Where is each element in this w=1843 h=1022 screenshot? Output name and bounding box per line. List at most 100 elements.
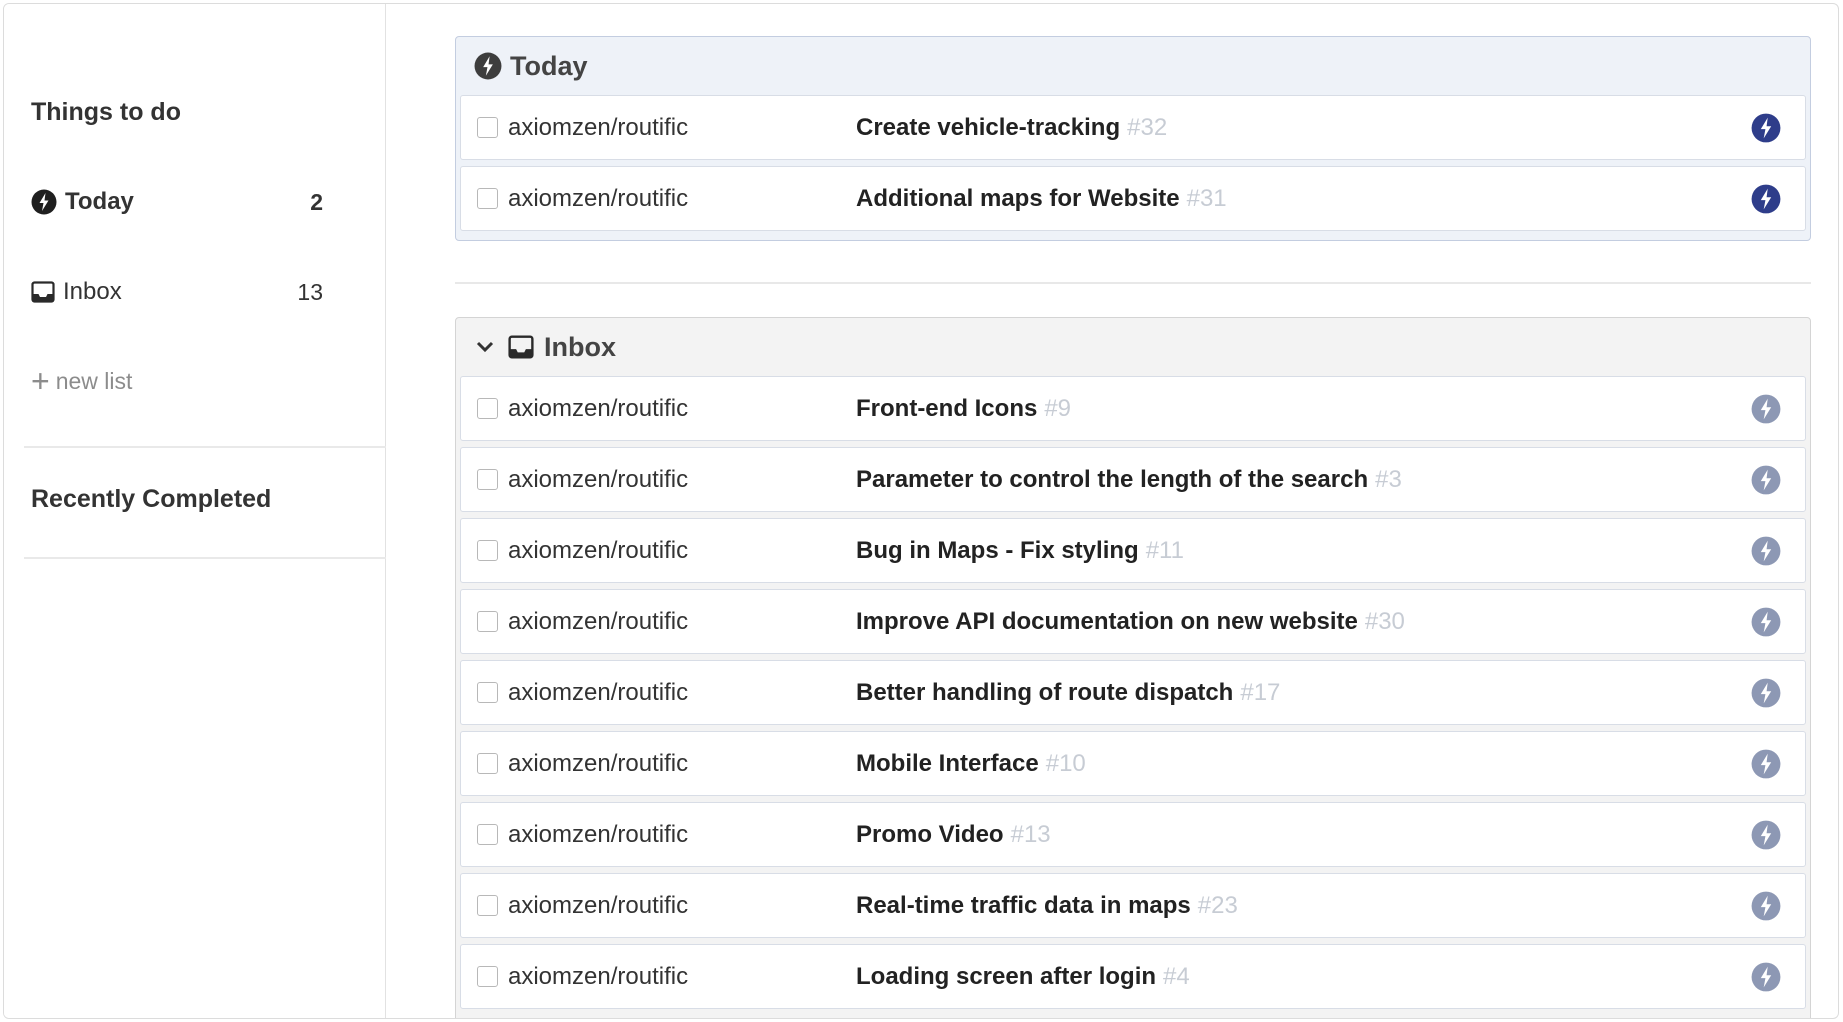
task-title[interactable]: Bug in Maps - Fix styling #11 [856, 537, 1184, 565]
issue-number: #30 [1364, 607, 1405, 635]
inbox-tray-icon [31, 281, 55, 303]
task-row[interactable]: axiomzen/routific Parameter to control th… [460, 447, 1806, 512]
issue-number: #23 [1197, 891, 1238, 919]
panel-title: Today [510, 50, 588, 81]
task-title[interactable]: Mobile Interface #10 [856, 750, 1086, 778]
task-title[interactable]: Create vehicle-tracking #32 [856, 114, 1167, 142]
task-checkbox[interactable] [477, 753, 498, 774]
bolt-icon[interactable] [1751, 962, 1781, 992]
app-window: Things to do Today 2 Inbox 13 + new list… [3, 3, 1839, 1019]
task-row[interactable]: axiomzen/routific Improve API documentati… [460, 589, 1806, 654]
task-title-text: Loading screen after login [856, 962, 1157, 990]
recently-completed-heading[interactable]: Recently Completed [31, 485, 271, 514]
task-checkbox[interactable] [477, 824, 498, 845]
sidebar-heading: Things to do [31, 98, 181, 126]
task-row[interactable]: axiomzen/routific Real-time traffic data … [460, 873, 1806, 938]
issue-number: #13 [1010, 820, 1051, 848]
inbox-tray-icon [508, 335, 534, 359]
task-row[interactable]: axiomzen/routific Loading screen after lo… [460, 944, 1806, 1009]
today-panel-header: Today [456, 37, 1810, 95]
task-title-text: Better handling of route dispatch [856, 678, 1234, 706]
bolt-icon[interactable] [1751, 465, 1781, 495]
task-checkbox[interactable] [477, 117, 498, 138]
task-repo: axiomzen/routific [508, 678, 689, 706]
bolt-icon[interactable] [1751, 891, 1781, 921]
task-row[interactable]: axiomzen/routific Create vehicle-tracking… [460, 95, 1806, 160]
issue-number: #4 [1163, 962, 1190, 990]
task-title-text: Additional maps for Website [856, 184, 1180, 212]
task-row[interactable]: axiomzen/routific Promo Video #13 [460, 802, 1806, 867]
sidebar-item-label: Inbox [63, 278, 122, 305]
task-checkbox[interactable] [477, 188, 498, 209]
issue-number: #10 [1045, 749, 1086, 777]
task-row[interactable]: axiomzen/routific Front-end Icons #9 [460, 376, 1806, 441]
issue-number: #9 [1044, 394, 1072, 422]
bolt-icon[interactable] [1751, 113, 1781, 143]
main-content: Today axiomzen/routific Create vehicle-tr… [387, 4, 1838, 1018]
bolt-circle-icon [474, 52, 502, 80]
issue-number: #31 [1186, 184, 1227, 212]
task-title[interactable]: Parameter to control the length of the s… [856, 466, 1402, 494]
issue-number: #32 [1127, 113, 1168, 141]
bolt-icon[interactable] [1751, 749, 1781, 779]
task-repo: axiomzen/routific [508, 465, 689, 493]
sidebar-item-today[interactable]: Today 2 [31, 186, 323, 218]
issue-number: #17 [1240, 678, 1281, 706]
new-list-button[interactable]: + new list [31, 365, 132, 397]
task-checkbox[interactable] [477, 682, 498, 703]
issue-number: #11 [1145, 536, 1184, 564]
task-repo: axiomzen/routific [508, 962, 689, 990]
task-title-text: Promo Video [856, 820, 1004, 848]
task-title[interactable]: Loading screen after login #4 [856, 963, 1190, 991]
task-title-text: Bug in Maps - Fix styling [856, 536, 1139, 564]
task-repo: axiomzen/routific [508, 891, 689, 919]
task-title-text: Improve API documentation on new website [856, 607, 1358, 635]
task-row[interactable]: axiomzen/routific Better handling of rout… [460, 660, 1806, 725]
task-title-text: Real-time traffic data in maps [856, 891, 1191, 919]
task-repo: axiomzen/routific [508, 394, 689, 422]
task-row[interactable]: axiomzen/routific Bug in Maps - Fix styli… [460, 518, 1806, 583]
task-checkbox[interactable] [477, 966, 498, 987]
task-title[interactable]: Improve API documentation on new website… [856, 608, 1405, 636]
task-checkbox[interactable] [477, 895, 498, 916]
bolt-icon[interactable] [1751, 184, 1781, 214]
task-title-text: Create vehicle-tracking [856, 113, 1121, 141]
task-title[interactable]: Front-end Icons #9 [856, 395, 1071, 423]
bolt-icon[interactable] [1751, 536, 1781, 566]
bolt-icon[interactable] [1751, 678, 1781, 708]
task-title[interactable]: Real-time traffic data in maps #23 [856, 892, 1238, 920]
task-repo: axiomzen/routific [508, 113, 689, 141]
task-checkbox[interactable] [477, 469, 498, 490]
bolt-icon[interactable] [1751, 607, 1781, 637]
panel-title: Inbox [544, 331, 616, 362]
task-repo: axiomzen/routific [508, 184, 689, 212]
new-list-label: new list [55, 367, 133, 394]
task-checkbox[interactable] [477, 398, 498, 419]
bolt-icon[interactable] [1751, 394, 1781, 424]
task-title-text: Mobile Interface [856, 749, 1039, 777]
section-divider [455, 282, 1811, 284]
bolt-icon[interactable] [1751, 820, 1781, 850]
inbox-panel-header[interactable]: Inbox [456, 318, 1810, 376]
task-checkbox[interactable] [477, 540, 498, 561]
task-repo: axiomzen/routific [508, 536, 689, 564]
task-title[interactable]: Additional maps for Website #31 [856, 185, 1227, 213]
task-title[interactable]: Promo Video #13 [856, 821, 1051, 849]
inbox-panel: Inbox axiomzen/routific Front-end Icons #9… [455, 317, 1811, 1018]
issue-number: #3 [1375, 465, 1402, 493]
today-panel: Today axiomzen/routific Create vehicle-tr… [455, 36, 1811, 241]
task-title-text: Parameter to control the length of the s… [856, 465, 1369, 493]
chevron-down-icon[interactable] [474, 336, 496, 358]
task-title-text: Front-end Icons [856, 394, 1038, 422]
sidebar-item-inbox[interactable]: Inbox 13 [31, 276, 323, 308]
sidebar: Things to do Today 2 Inbox 13 + new list… [4, 4, 386, 1018]
task-checkbox[interactable] [477, 611, 498, 632]
task-repo: axiomzen/routific [508, 749, 689, 777]
task-row[interactable]: axiomzen/routific Mobile Interface #10 [460, 731, 1806, 796]
task-row[interactable]: axiomzen/routific Additional maps for Web… [460, 166, 1806, 231]
plus-icon: + [31, 363, 50, 399]
task-title[interactable]: Better handling of route dispatch #17 [856, 679, 1280, 707]
sidebar-item-count: 13 [297, 278, 323, 305]
task-repo: axiomzen/routific [508, 820, 689, 848]
bolt-circle-icon [31, 189, 57, 215]
